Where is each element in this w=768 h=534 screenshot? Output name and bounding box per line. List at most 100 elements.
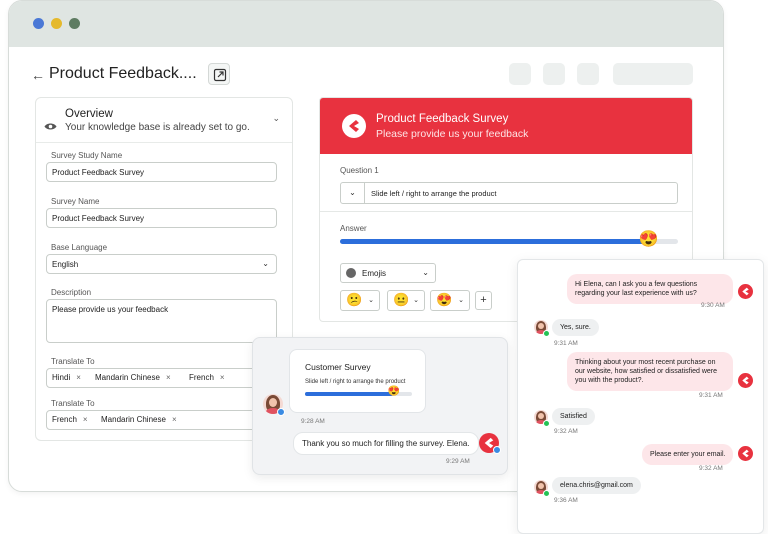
toolbar-placeholder-button[interactable] [543, 63, 565, 85]
overview-subtitle: Your knowledge base is already set to go… [65, 122, 250, 133]
open-external-button[interactable] [208, 63, 230, 85]
emoji-option-select[interactable]: 😕 ⌄ [340, 290, 380, 311]
customer-survey-subtitle: Slide left / right to arrange the produc… [305, 379, 406, 385]
question-type-select[interactable]: ⌄ Slide left / right to arrange the prod… [340, 182, 678, 204]
emoji-icon [346, 268, 356, 278]
agent-message-bubble: Thinking about your most recent purchase… [567, 352, 733, 391]
customer-survey-slider[interactable]: 😍 [305, 386, 412, 397]
message-timestamp: 9:31 AM [554, 340, 578, 347]
answer-label: Answer [340, 224, 367, 233]
emoji-option-select[interactable]: 😍 ⌄ [430, 290, 470, 311]
survey-study-name-label: Survey Study Name [51, 151, 123, 160]
description-label: Description [51, 288, 92, 297]
channel-badge-icon [493, 446, 501, 454]
base-language-value: English [52, 260, 79, 269]
message-timestamp: 9:31 AM [699, 392, 723, 399]
language-tag: French × [189, 373, 225, 382]
survey-name-input[interactable]: Product Feedback Survey [46, 208, 277, 228]
message-timestamp: 9:28 AM [301, 418, 325, 425]
toolbar-placeholder-wide-button[interactable] [613, 63, 693, 85]
answer-slider[interactable]: 😍 [340, 231, 678, 248]
customer-message-bubble: Satisfied [552, 408, 595, 425]
survey-header: Product Feedback Survey Please provide u… [320, 98, 692, 154]
agent-message-bubble: Please enter your email. [642, 444, 734, 465]
page-title: Product Feedback.... [49, 65, 197, 82]
message-timestamp: 9:29 AM [446, 458, 470, 465]
chevron-down-icon: ⌄ [422, 268, 429, 277]
window-minimize-dot[interactable] [51, 18, 62, 29]
remove-tag-icon[interactable]: × [166, 373, 171, 382]
message-timestamp: 9:32 AM [554, 428, 578, 435]
chat-conversation-panel: Hi Elena, can I ask you a few questions … [517, 259, 764, 534]
add-emoji-button[interactable]: + [475, 291, 492, 310]
translate-to-tags-input[interactable]: French × Mandarin Chinese × [46, 410, 277, 430]
emoji-select-label: Emojis [362, 269, 387, 278]
whatsapp-badge-icon [543, 330, 550, 337]
message-timestamp: 9:32 AM [699, 465, 723, 472]
translate-to-label: Translate To [51, 399, 95, 408]
chevron-down-icon: ⌄ [262, 259, 269, 268]
customer-survey-card: Customer Survey Slide left / right to ar… [289, 349, 426, 413]
toolbar-placeholder-button[interactable] [577, 63, 599, 85]
chevron-down-icon[interactable]: ⌄ [341, 183, 365, 203]
whatsapp-badge-icon [543, 490, 550, 497]
channel-badge-icon [277, 408, 285, 416]
remove-tag-icon[interactable]: × [83, 415, 88, 424]
slider-emoji-handle[interactable]: 😍 [639, 231, 659, 249]
emoji-option-select[interactable]: 😐 ⌄ [387, 290, 425, 311]
chevron-down-icon[interactable]: ⌄ [272, 113, 280, 124]
chevron-down-icon: ⌄ [413, 297, 419, 304]
survey-title: Product Feedback Survey [376, 113, 509, 125]
divider [320, 211, 692, 212]
brand-logo-icon [342, 114, 366, 138]
customer-survey-chat-card: Customer Survey Slide left / right to ar… [252, 337, 508, 475]
window-titlebar [9, 1, 723, 47]
base-language-select[interactable]: English ⌄ [46, 254, 277, 274]
confused-emoji-icon: 😕 [346, 292, 363, 307]
agent-logo-icon [738, 373, 753, 388]
survey-study-name-input[interactable]: Product Feedback Survey [46, 162, 277, 182]
customer-message-bubble: elena.chris@gmail.com [552, 477, 641, 494]
heart-eyes-emoji-icon: 😍 [436, 292, 453, 307]
language-tag: Mandarin Chinese × [95, 373, 171, 382]
remove-tag-icon[interactable]: × [76, 373, 81, 382]
slider-fill [340, 239, 648, 244]
agent-logo-icon [738, 284, 753, 299]
slider-emoji-handle[interactable]: 😍 [388, 386, 400, 398]
survey-name-label: Survey Name [51, 197, 100, 206]
language-tag: Hindi × [52, 373, 81, 382]
slider-fill [305, 392, 393, 396]
open-external-icon [213, 68, 227, 82]
eye-icon [44, 123, 57, 130]
message-timestamp: 9:36 AM [554, 497, 578, 504]
customer-message-bubble: Yes, sure. [552, 319, 599, 336]
question-text: Slide left / right to arrange the produc… [371, 189, 497, 198]
toolbar-placeholder-button[interactable] [509, 63, 531, 85]
whatsapp-badge-icon [543, 420, 550, 427]
language-tag: French × [52, 415, 88, 424]
back-arrow-icon[interactable]: ← [31, 67, 45, 83]
chevron-down-icon: ⌄ [368, 297, 374, 304]
overview-title: Overview [65, 108, 113, 120]
agent-message-bubble: Hi Elena, can I ask you a few questions … [567, 274, 733, 304]
emoji-type-select[interactable]: Emojis ⌄ [340, 263, 436, 283]
remove-tag-icon[interactable]: × [220, 373, 225, 382]
description-textarea[interactable]: Please provide us your feedback [46, 299, 277, 343]
page-header: ← Product Feedback.... [31, 63, 703, 89]
remove-tag-icon[interactable]: × [172, 415, 177, 424]
base-language-label: Base Language [51, 243, 108, 252]
window-maximize-dot[interactable] [69, 18, 80, 29]
question-label: Question 1 [340, 166, 379, 175]
customer-survey-title: Customer Survey [305, 362, 371, 372]
translate-to-tags-input[interactable]: Hindi × Mandarin Chinese × French × [46, 368, 277, 388]
chevron-down-icon: ⌄ [458, 297, 464, 304]
survey-subtitle: Please provide us your feedback [376, 128, 529, 140]
agent-logo-icon [738, 446, 753, 461]
divider [36, 142, 292, 143]
neutral-emoji-icon: 😐 [393, 292, 410, 307]
agent-reply-bubble: Thank you so much for filling the survey… [293, 432, 479, 455]
message-timestamp: 9:30 AM [701, 302, 725, 309]
window-close-dot[interactable] [33, 18, 44, 29]
translate-to-label: Translate To [51, 357, 95, 366]
language-tag: Mandarin Chinese × [101, 415, 177, 424]
